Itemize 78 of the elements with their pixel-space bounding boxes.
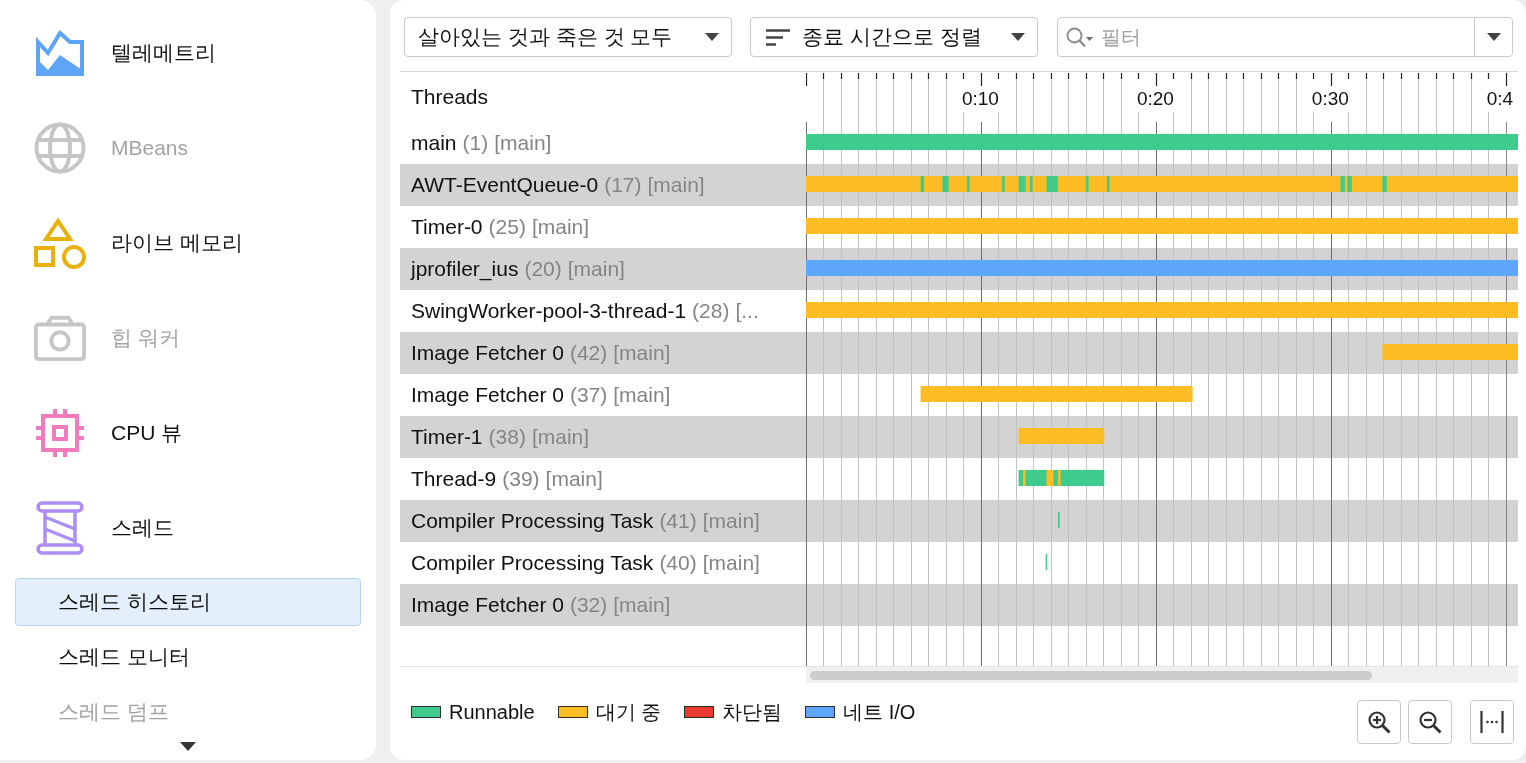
sort-icon	[766, 28, 790, 46]
thread-id: (42)	[569, 341, 608, 365]
filter-input[interactable]: 필터	[1101, 22, 1474, 52]
thread-group: [main]	[494, 131, 552, 155]
zoom-in-icon	[1367, 710, 1391, 734]
thread-group: [main]	[647, 173, 705, 197]
globe-icon	[34, 122, 86, 174]
nav-item[interactable]: 라이브 메모리	[34, 217, 249, 269]
thread-id: (32)	[569, 593, 608, 617]
thread-id: (38)	[488, 425, 526, 449]
thread-id: (17)	[604, 173, 642, 197]
thread-group: [main]	[613, 341, 671, 365]
legend-label: 차단됨	[722, 699, 783, 725]
shapes-icon	[34, 217, 86, 269]
legend-label: 대기 중	[595, 699, 662, 725]
thread-state-bar	[1057, 512, 1060, 528]
time-tick-label: 0:20	[1136, 88, 1174, 109]
thread-name: Thread-9	[411, 467, 497, 491]
thread-group: [main]	[613, 593, 671, 617]
scroll-down-caret-icon	[180, 742, 196, 751]
thread-name: Image Fetcher 0	[411, 383, 564, 407]
column-header: Threads	[411, 85, 489, 109]
thread-name: Timer-1	[411, 425, 483, 449]
thread-id: (20)	[524, 257, 562, 281]
thread-scope-dropdown[interactable]: 살아있는 것과 죽은 것 모두	[404, 17, 732, 57]
filter-field[interactable]: 필터	[1057, 17, 1513, 57]
zoom-out-icon	[1418, 710, 1442, 734]
thread-name: jprofiler_ius	[411, 257, 519, 281]
thread-id: (41)	[659, 509, 697, 533]
thread-group: [main]	[702, 551, 760, 575]
thread-group: [main]	[702, 509, 760, 533]
thread-name: Image Fetcher 0	[411, 593, 564, 617]
chip-icon	[36, 409, 84, 457]
area-chart-icon	[36, 30, 84, 76]
thread-name: Timer-0	[411, 215, 483, 239]
thread-id: (39)	[502, 467, 540, 491]
thread-group: [main]	[613, 383, 671, 407]
time-tick-label: 0:30	[1311, 88, 1349, 109]
thread-group: [main]	[531, 215, 590, 239]
thread-id: (40)	[659, 551, 697, 575]
legend-label: 네트 I/O	[843, 699, 916, 725]
legend-label: Runnable	[449, 700, 535, 724]
thread-group: [main]	[567, 257, 625, 281]
nav-subitem[interactable]: 스레드 모니터	[58, 641, 190, 673]
sort-dropdown[interactable]: 종료 시간으로 정렬	[750, 17, 1038, 57]
time-tick-label: 0:4	[1486, 88, 1514, 109]
thread-name: AWT-EventQueue-0	[411, 173, 599, 197]
horizontal-scrollbar[interactable]	[806, 667, 1518, 683]
nav-subitem[interactable]: 스레드 히스토리	[15, 578, 361, 626]
zoom-out-button[interactable]	[1408, 700, 1452, 744]
thread-name: Compiler Processing Task	[411, 509, 654, 533]
thread-name: Image Fetcher 0	[411, 341, 564, 365]
nav-item[interactable]: CPU 뷰	[34, 407, 189, 459]
nav-item[interactable]: 텔레메트리	[34, 27, 222, 79]
thread-group: [main]	[545, 467, 603, 491]
thread-group: [main]	[531, 425, 590, 449]
caret-down-icon	[1011, 33, 1025, 41]
thread-id: (1)	[462, 131, 489, 155]
filter-menu-button[interactable]	[1474, 18, 1512, 56]
thread-id: (25)	[488, 215, 526, 239]
thread-id: (28)	[692, 299, 730, 323]
thread-name: Compiler Processing Task	[411, 551, 654, 575]
thread-id: (37)	[569, 383, 608, 407]
spool-icon	[36, 501, 84, 555]
thread-group: [...	[735, 299, 759, 323]
fit-width-button[interactable]	[1470, 700, 1514, 744]
fit-width-icon	[1480, 711, 1504, 733]
thread-name: SwingWorker-pool-3-thread-1	[411, 299, 687, 323]
zoom-in-button[interactable]	[1357, 700, 1401, 744]
thread-state-bar	[1045, 554, 1048, 570]
caret-down-icon	[1486, 33, 1501, 41]
scrollbar-thumb[interactable]	[810, 670, 1372, 680]
search-icon	[1066, 26, 1093, 48]
nav-item[interactable]: 스레드	[34, 502, 180, 554]
camera-icon	[34, 314, 86, 362]
time-tick-label: 0:10	[961, 88, 999, 109]
caret-down-icon	[705, 33, 719, 41]
thread-name: main	[411, 131, 457, 155]
